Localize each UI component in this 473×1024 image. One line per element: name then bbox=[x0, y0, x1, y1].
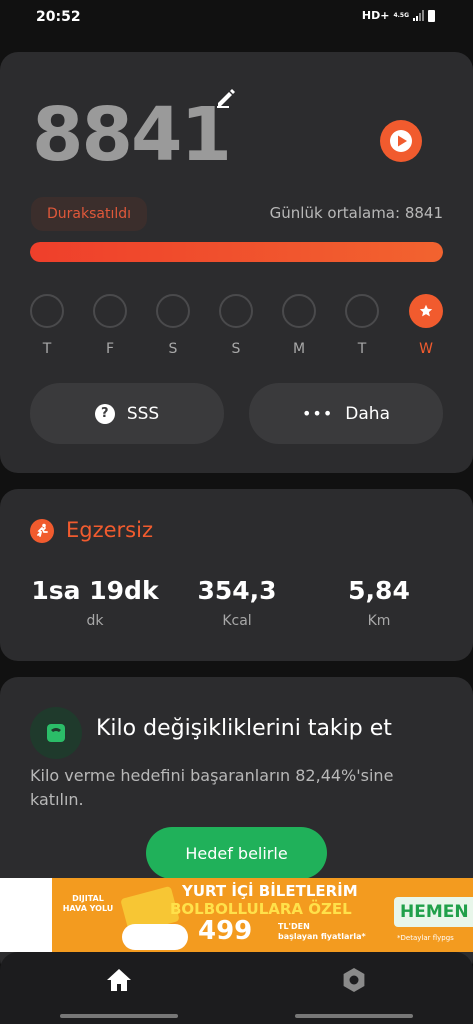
gesture-bar bbox=[295, 1014, 413, 1018]
week-days: T F S S M T W bbox=[30, 294, 443, 364]
stat-calories: 354,3 Kcal bbox=[162, 576, 312, 629]
day-letter: F bbox=[105, 341, 115, 357]
status-icons: HD+ 4.5G bbox=[362, 9, 435, 22]
day-item[interactable]: T bbox=[345, 294, 379, 357]
day-circle-active bbox=[409, 294, 443, 328]
pencil-icon[interactable] bbox=[214, 86, 238, 108]
ad-price-caption: TL'DEN başlayan fiyatlarla* bbox=[278, 922, 366, 942]
day-item[interactable]: M bbox=[282, 294, 316, 357]
ad-cloud-graphic bbox=[122, 924, 188, 950]
day-item[interactable]: T bbox=[30, 294, 64, 357]
set-goal-button[interactable]: Hedef belirle bbox=[146, 827, 327, 879]
stat-value: 5,84 bbox=[348, 576, 410, 605]
stat-distance: 5,84 Km bbox=[304, 576, 454, 629]
ad-cta-button[interactable]: HEMEN bbox=[394, 897, 473, 927]
day-circle bbox=[219, 294, 253, 328]
home-icon[interactable] bbox=[104, 966, 134, 994]
faq-button[interactable]: ? SSS bbox=[30, 383, 224, 444]
faq-label: SSS bbox=[126, 403, 160, 424]
stat-unit: Km bbox=[367, 613, 391, 629]
day-circle bbox=[30, 294, 64, 328]
stat-unit: Kcal bbox=[222, 613, 252, 629]
exercise-card[interactable] bbox=[0, 489, 473, 661]
ad-content[interactable]: DIJITAL HAVA YOLU YURT İÇİ BİLETLERİM BO… bbox=[52, 878, 473, 952]
ad-banner[interactable]: DIJITAL HAVA YOLU YURT İÇİ BİLETLERİM BO… bbox=[0, 878, 473, 952]
star-icon bbox=[419, 304, 433, 317]
stat-duration: 1sa 19dk dk bbox=[20, 576, 170, 629]
ad-price-unit: TL'DEN bbox=[278, 922, 310, 931]
ad-footnote: *Detaylar flypgs bbox=[397, 934, 454, 942]
scale-icon bbox=[30, 707, 82, 759]
step-progress-fill bbox=[30, 242, 443, 262]
more-label: Daha bbox=[345, 403, 390, 424]
status-time: 20:52 bbox=[36, 9, 81, 25]
stat-value: 1sa 19dk bbox=[31, 576, 159, 605]
day-item[interactable]: S bbox=[156, 294, 190, 357]
more-dots-icon: ••• bbox=[301, 404, 334, 423]
running-icon bbox=[30, 519, 54, 543]
day-letter: S bbox=[231, 341, 241, 357]
day-circle bbox=[282, 294, 316, 328]
daily-average: Günlük ortalama: 8841 bbox=[269, 204, 443, 222]
signal-icon bbox=[413, 10, 424, 21]
play-button[interactable] bbox=[380, 120, 422, 162]
battery-icon bbox=[428, 9, 435, 22]
day-circle bbox=[93, 294, 127, 328]
weight-description: Kilo verme hedefini başaranların 82,44%'… bbox=[30, 766, 394, 809]
status-badge: Duraksatıldı bbox=[31, 197, 148, 231]
ad-headline: YURT İÇİ BİLETLERİM bbox=[182, 882, 358, 900]
day-item-today[interactable]: W bbox=[409, 294, 443, 357]
exercise-title: Egzersiz bbox=[66, 518, 153, 542]
settings-icon[interactable] bbox=[340, 966, 368, 994]
network-label: HD+ bbox=[361, 9, 390, 22]
day-item[interactable]: S bbox=[219, 294, 253, 357]
weight-title: Kilo değişikliklerini takip et bbox=[96, 716, 392, 741]
question-icon: ? bbox=[94, 403, 115, 424]
bottom-nav bbox=[0, 952, 473, 1024]
day-letter: M bbox=[292, 341, 306, 357]
day-circle bbox=[156, 294, 190, 328]
network-type: 4.5G bbox=[393, 11, 409, 19]
stat-unit: dk bbox=[86, 613, 104, 629]
day-item[interactable]: F bbox=[93, 294, 127, 357]
status-bar: 20:52 HD+ 4.5G bbox=[0, 0, 473, 36]
more-button[interactable]: ••• Daha bbox=[249, 383, 443, 444]
ad-logo: DIJITAL HAVA YOLU bbox=[62, 894, 114, 913]
day-letter: T bbox=[357, 341, 367, 357]
step-progress-bar bbox=[30, 242, 443, 262]
day-letter: S bbox=[168, 341, 178, 357]
ad-price: 499 bbox=[198, 916, 253, 946]
day-letter: T bbox=[42, 341, 52, 357]
ad-price-note: başlayan fiyatlarla* bbox=[278, 932, 366, 941]
day-circle bbox=[345, 294, 379, 328]
day-letter: W bbox=[419, 341, 433, 357]
stat-value: 354,3 bbox=[197, 576, 277, 605]
step-count: 8841 bbox=[32, 92, 232, 178]
gesture-bar bbox=[60, 1014, 178, 1018]
play-icon bbox=[390, 130, 412, 152]
